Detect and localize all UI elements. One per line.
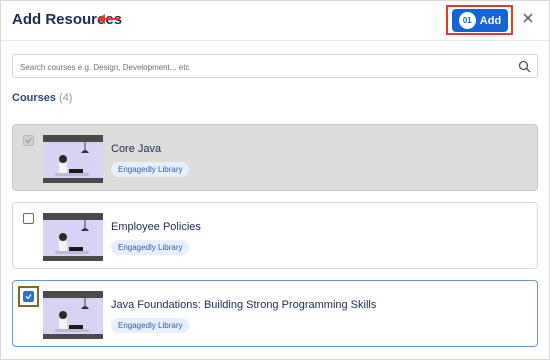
course-title[interactable]: Employee Policies (111, 221, 201, 233)
section-label: Courses (12, 92, 57, 104)
course-checkbox-checked[interactable] (23, 291, 34, 302)
course-thumbnail (43, 213, 103, 261)
courses-section-heading: Courses (4) (12, 92, 72, 104)
checkmark-icon (25, 138, 32, 144)
course-checkbox-disabled (23, 135, 34, 146)
add-count-badge: 01 (458, 12, 476, 29)
left-arrow-icon (97, 14, 120, 24)
add-resources-dialog: Add Resources 01 Add Courses(4) (0, 0, 550, 360)
course-checkbox[interactable] (23, 213, 34, 224)
course-card[interactable]: Employee Policies Engagedly Library (12, 202, 538, 269)
checkmark-icon (25, 294, 32, 300)
library-badge: Engagedly Library (111, 162, 190, 177)
add-button-label: Add (479, 14, 502, 27)
close-icon[interactable] (521, 11, 535, 25)
course-card-selected[interactable]: Java Foundations: Building Strong Progra… (12, 280, 538, 347)
search-bar (12, 54, 538, 78)
library-badge: Engagedly Library (111, 240, 190, 255)
course-title[interactable]: Java Foundations: Building Strong Progra… (111, 299, 376, 311)
library-badge: Engagedly Library (111, 318, 190, 333)
course-card: Core Java Engagedly Library (12, 124, 538, 191)
search-input[interactable] (18, 57, 512, 77)
search-icon[interactable] (518, 60, 531, 73)
course-title[interactable]: Core Java (111, 143, 161, 155)
course-thumbnail (43, 135, 103, 183)
course-thumbnail (43, 291, 103, 339)
dialog-header: Add Resources 01 Add (1, 1, 549, 41)
section-count: (4) (59, 92, 73, 104)
add-button[interactable]: 01 Add (452, 9, 508, 32)
